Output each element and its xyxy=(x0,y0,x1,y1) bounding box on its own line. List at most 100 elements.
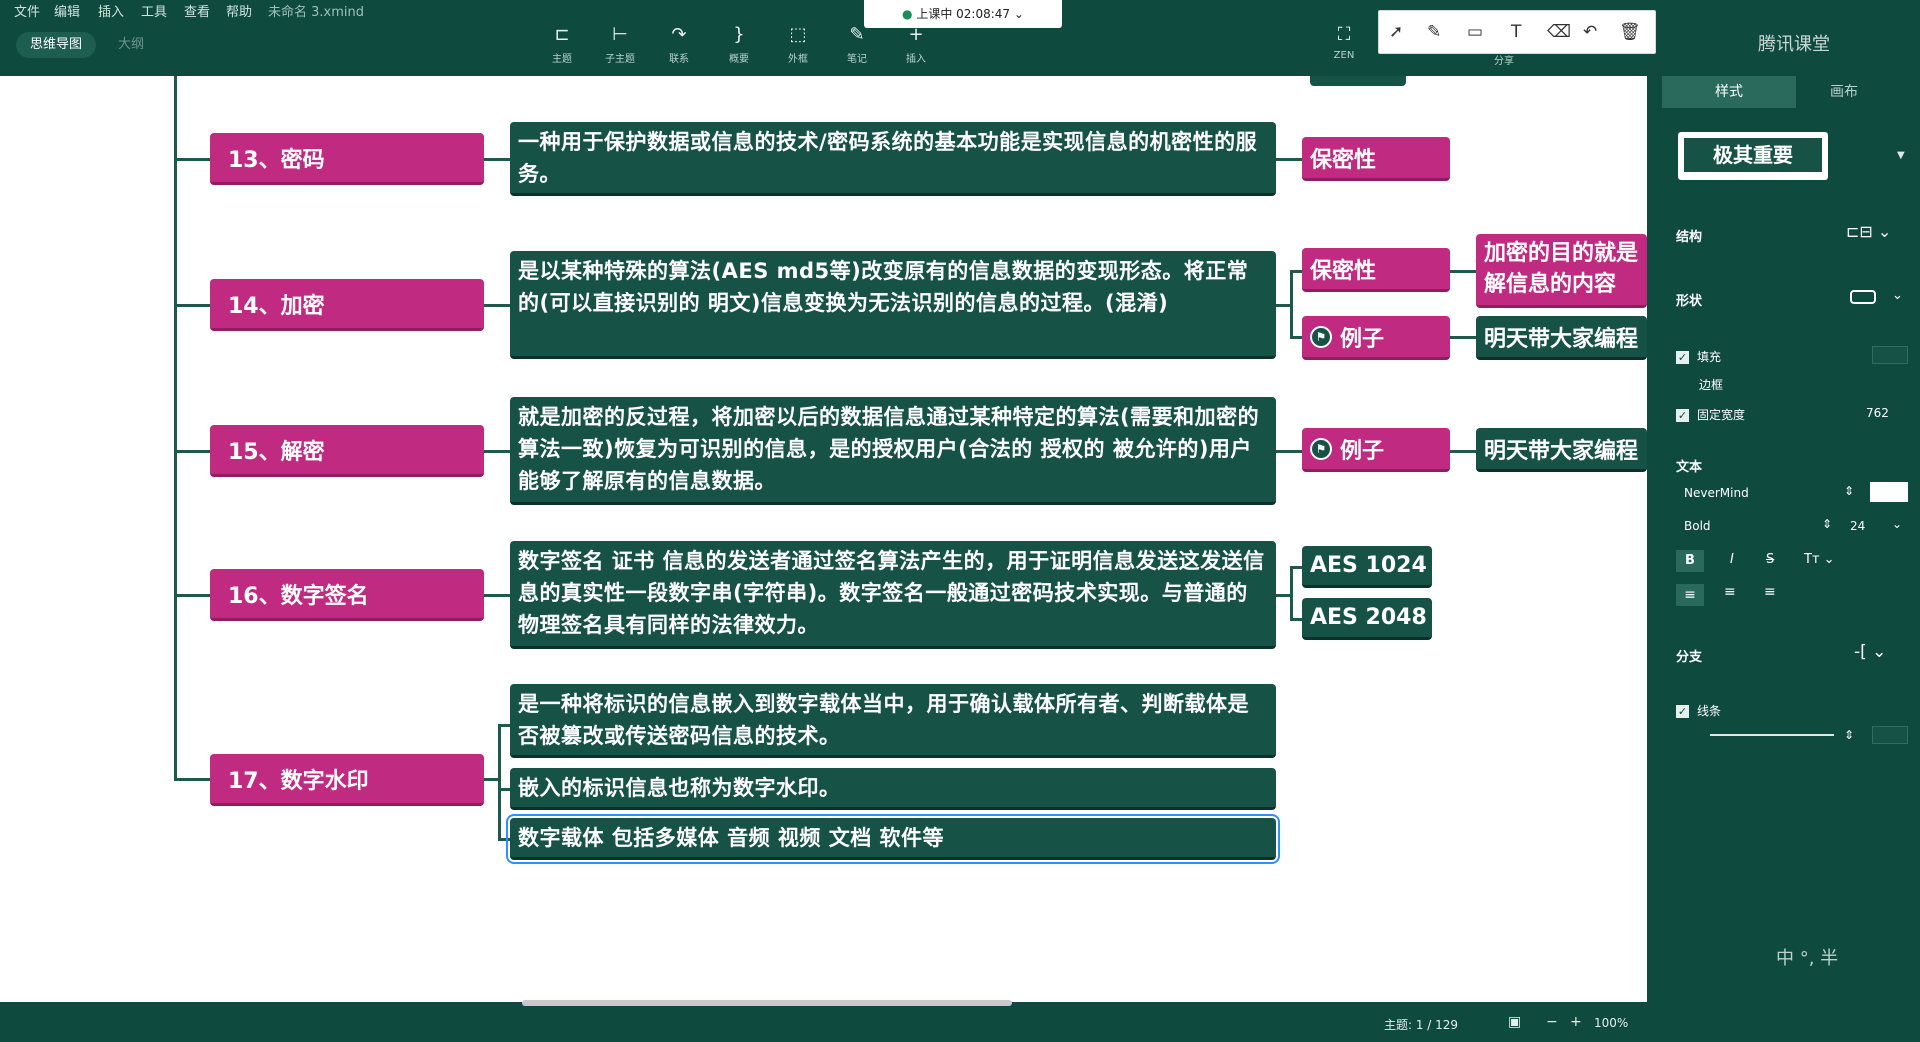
ime-indicator[interactable]: 中 °, 半 xyxy=(1776,944,1838,970)
rectangle-icon[interactable]: ▭ xyxy=(1467,22,1483,42)
desc-17-term[interactable]: 嵌入的标识信息也称为数字水印。 xyxy=(510,768,1276,810)
tag-confidentiality[interactable]: 保密性 xyxy=(1302,248,1450,292)
pen-icon[interactable]: ✎ xyxy=(1427,22,1441,42)
undo-icon[interactable]: ↶ xyxy=(1583,22,1597,42)
topic-button[interactable]: ⊏ 主题 xyxy=(536,24,588,65)
fill-option[interactable]: ✓ 填充 xyxy=(1676,348,1721,365)
branch-line xyxy=(1290,270,1302,273)
eraser-icon[interactable]: ⌫ xyxy=(1547,22,1571,42)
tag-example-label: 例子 xyxy=(1340,326,1385,352)
check-icon[interactable]: ✓ xyxy=(1676,409,1689,422)
fixed-width-label: 固定宽度 xyxy=(1697,408,1746,422)
pointer-icon[interactable]: ➚ xyxy=(1389,22,1403,42)
chevron-down-icon[interactable]: ▼ xyxy=(1897,150,1905,161)
shape-icon[interactable] xyxy=(1850,290,1876,304)
check-icon[interactable]: ✓ xyxy=(1676,351,1689,364)
branch-line xyxy=(174,594,210,597)
align-center-icon[interactable]: ≡ xyxy=(1724,584,1736,600)
tag-example[interactable]: ⚑ 例子 xyxy=(1302,316,1450,360)
style-preview: 极其重要 xyxy=(1684,138,1822,172)
zoom-level[interactable]: 100% xyxy=(1594,1016,1628,1030)
fullscreen-icon: ⛶ xyxy=(1337,24,1351,45)
chevron-down-icon[interactable]: ⌄ xyxy=(1014,7,1024,21)
topic-15-decryption[interactable]: 15、解密 xyxy=(210,425,484,477)
bold-icon[interactable]: B xyxy=(1676,550,1704,572)
desc-13[interactable]: 一种用于保护数据或信息的技术/密码系统的基本功能是实现信息的机密性的服务。 xyxy=(510,122,1276,196)
branch-line xyxy=(1290,336,1302,339)
mindmap-canvas[interactable]: 13、密码 一种用于保护数据或信息的技术/密码系统的基本功能是实现信息的机密性的… xyxy=(0,76,1647,1002)
summary-button[interactable]: } 概要 xyxy=(713,24,765,65)
tag-aes-1024[interactable]: AES 1024 xyxy=(1302,546,1432,588)
structure-icon[interactable]: ⊏⊟ ⌄ xyxy=(1846,222,1891,241)
chevron-down-icon[interactable]: ⌄ xyxy=(1892,517,1902,531)
partial-node xyxy=(1310,76,1406,86)
updown-icon[interactable]: ⇕ xyxy=(1844,484,1854,498)
updown-icon[interactable]: ⇕ xyxy=(1822,517,1832,531)
boundary-button[interactable]: ⬚ 外框 xyxy=(772,24,824,65)
check-icon[interactable]: ✓ xyxy=(1676,705,1689,718)
line-option[interactable]: ✓ 线条 xyxy=(1676,702,1721,719)
font-select[interactable]: NeverMind xyxy=(1684,486,1749,500)
zoom-in-icon[interactable]: + xyxy=(1570,1014,1582,1030)
summary-label: 概要 xyxy=(729,54,749,65)
live-dot-icon: ● xyxy=(902,7,913,21)
chevron-down-icon[interactable]: ⌄ xyxy=(1892,288,1903,303)
border-label[interactable]: 边框 xyxy=(1699,376,1723,393)
branch-style-icon[interactable]: -[ ⌄ xyxy=(1854,642,1886,662)
subtopic-button[interactable]: ⊢ 子主题 xyxy=(594,24,646,65)
desc-14[interactable]: 是以某种特殊的算法(AES md5等)改变原有的信息数据的变现形态。将正常的(可… xyxy=(510,251,1276,359)
tag-confidentiality[interactable]: 保密性 xyxy=(1302,137,1450,181)
note-button[interactable]: ✎ 笔记 xyxy=(831,24,883,65)
text-color-swatch[interactable] xyxy=(1870,482,1908,502)
tab-outline[interactable]: 大纲 xyxy=(118,32,144,58)
summary-icon: } xyxy=(733,24,745,45)
branch-label: 分支 xyxy=(1676,650,1703,665)
insert-button[interactable]: + 插入 xyxy=(890,24,942,65)
font-size-select[interactable]: 24 xyxy=(1850,519,1865,533)
trash-icon[interactable]: 🗑 xyxy=(1619,22,1641,42)
weight-select[interactable]: Bold xyxy=(1684,519,1711,533)
topic-17-digital-watermark[interactable]: 17、数字水印 xyxy=(210,754,484,806)
strikethrough-icon[interactable]: S xyxy=(1766,552,1774,567)
class-timer: ● 上课中 02:08:47 ⌄ xyxy=(864,0,1062,28)
style-preview-frame[interactable]: 极其重要 xyxy=(1678,132,1828,180)
tab-mindmap[interactable]: 思维导图 xyxy=(16,32,96,58)
branch-line xyxy=(174,778,210,781)
annotation-toolbar: ➚ ✎ ▭ T ⌫ ↶ 🗑 xyxy=(1378,10,1656,54)
updown-icon[interactable]: ⇕ xyxy=(1844,728,1854,742)
line-width-slider[interactable] xyxy=(1710,734,1834,736)
horizontal-scrollbar[interactable] xyxy=(522,1000,1012,1006)
text-icon[interactable]: T xyxy=(1511,22,1521,42)
branch-line xyxy=(1276,304,1290,307)
fixed-width-option[interactable]: ✓ 固定宽度 xyxy=(1676,406,1745,423)
fill-color-swatch[interactable] xyxy=(1872,346,1908,364)
branch-line xyxy=(1290,566,1302,569)
map-icon[interactable]: ▣ xyxy=(1508,1014,1521,1030)
desc-17-definition[interactable]: 是一种将标识的信息嵌入到数字载体当中，用于确认载体所有者、判断载体是否被篡改或传… xyxy=(510,684,1276,758)
fixed-width-value[interactable]: 762 xyxy=(1866,406,1889,420)
desc-16[interactable]: 数字签名 证书 信息的发送者通过签名算法产生的，用于证明信息发送这发送信息的真实… xyxy=(510,541,1276,649)
branch-line xyxy=(484,304,510,307)
structure-label: 结构 xyxy=(1676,230,1703,245)
topic-16-digital-signature[interactable]: 16、数字签名 xyxy=(210,569,484,621)
note-programming[interactable]: 明天带大家编程 xyxy=(1476,428,1647,472)
italic-icon[interactable]: I xyxy=(1730,552,1734,567)
relationship-button[interactable]: ↷ 联系 xyxy=(653,24,705,65)
topic-13-password[interactable]: 13、密码 xyxy=(210,133,484,185)
tag-example[interactable]: ⚑ 例子 xyxy=(1302,428,1450,472)
tab-canvas[interactable]: 画布 xyxy=(1830,76,1858,108)
tab-style[interactable]: 样式 xyxy=(1662,76,1796,108)
note-encryption-purpose[interactable]: 加密的目的就是解信息的内容 xyxy=(1476,234,1647,308)
line-color-swatch[interactable] xyxy=(1872,726,1908,744)
tag-aes-2048[interactable]: AES 2048 xyxy=(1302,598,1432,640)
align-right-icon[interactable]: ≡ xyxy=(1764,584,1776,600)
zoom-out-icon[interactable]: − xyxy=(1546,1014,1558,1030)
desc-15[interactable]: 就是加密的反过程，将加密以后的数据信息通过某种特定的算法(需要和加密的算法一致)… xyxy=(510,397,1276,505)
text-case-icon[interactable]: Tт ⌄ xyxy=(1804,552,1835,567)
align-left-icon[interactable]: ≡ xyxy=(1676,584,1704,606)
topic-14-encryption[interactable]: 14、加密 xyxy=(210,279,484,331)
desc-17-carriers[interactable]: 数字载体 包括多媒体 音频 视频 文档 软件等 xyxy=(506,814,1280,864)
flag-icon: ⚑ xyxy=(1310,437,1332,460)
note-programming[interactable]: 明天带大家编程 xyxy=(1476,316,1647,360)
zen-button[interactable]: ⛶ ZEN xyxy=(1318,24,1370,61)
